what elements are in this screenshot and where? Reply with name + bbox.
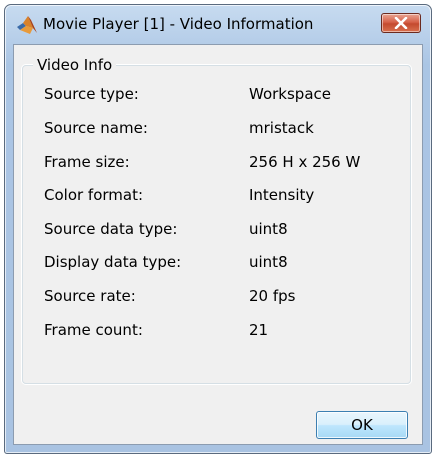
source-rate-label: Source rate:	[44, 287, 136, 305]
close-icon	[394, 17, 408, 29]
source-type-label: Source type:	[44, 85, 139, 103]
window-title: Movie Player [1] - Video Information	[43, 15, 314, 33]
ok-button[interactable]: OK	[316, 411, 408, 439]
display-data-type-value: uint8	[249, 253, 288, 271]
row-source-name: Source name: mristack	[44, 119, 404, 139]
source-rate-value: 20 fps	[249, 287, 296, 305]
row-source-type: Source type: Workspace	[44, 85, 404, 105]
frame-size-label: Frame size:	[44, 153, 130, 171]
color-format-value: Intensity	[249, 186, 315, 204]
video-info-group: Video Info Source type: Workspace Source…	[22, 56, 411, 384]
frame-count-value: 21	[249, 321, 269, 339]
matlab-logo-icon	[16, 14, 38, 36]
dialog-window: Movie Player [1] - Video Information Vid…	[4, 4, 432, 454]
frame-count-label: Frame count:	[44, 321, 143, 339]
source-data-type-value: uint8	[249, 220, 288, 238]
close-button[interactable]	[381, 13, 421, 33]
row-frame-count: Frame count: 21	[44, 321, 404, 341]
source-name-label: Source name:	[44, 119, 148, 137]
row-display-data-type: Display data type: uint8	[44, 253, 404, 273]
source-name-value: mristack	[249, 119, 314, 137]
row-source-rate: Source rate: 20 fps	[44, 287, 404, 307]
row-frame-size: Frame size: 256 H x 256 W	[44, 153, 404, 173]
group-legend: Video Info	[33, 56, 117, 74]
source-type-value: Workspace	[249, 85, 331, 103]
title-bar[interactable]: Movie Player [1] - Video Information	[5, 5, 431, 45]
color-format-label: Color format:	[44, 186, 144, 204]
row-source-data-type: Source data type: uint8	[44, 220, 404, 240]
frame-size-value: 256 H x 256 W	[249, 153, 361, 171]
display-data-type-label: Display data type:	[44, 253, 182, 271]
dialog-body: Video Info Source type: Workspace Source…	[13, 44, 423, 445]
row-color-format: Color format: Intensity	[44, 186, 404, 206]
source-data-type-label: Source data type:	[44, 220, 178, 238]
